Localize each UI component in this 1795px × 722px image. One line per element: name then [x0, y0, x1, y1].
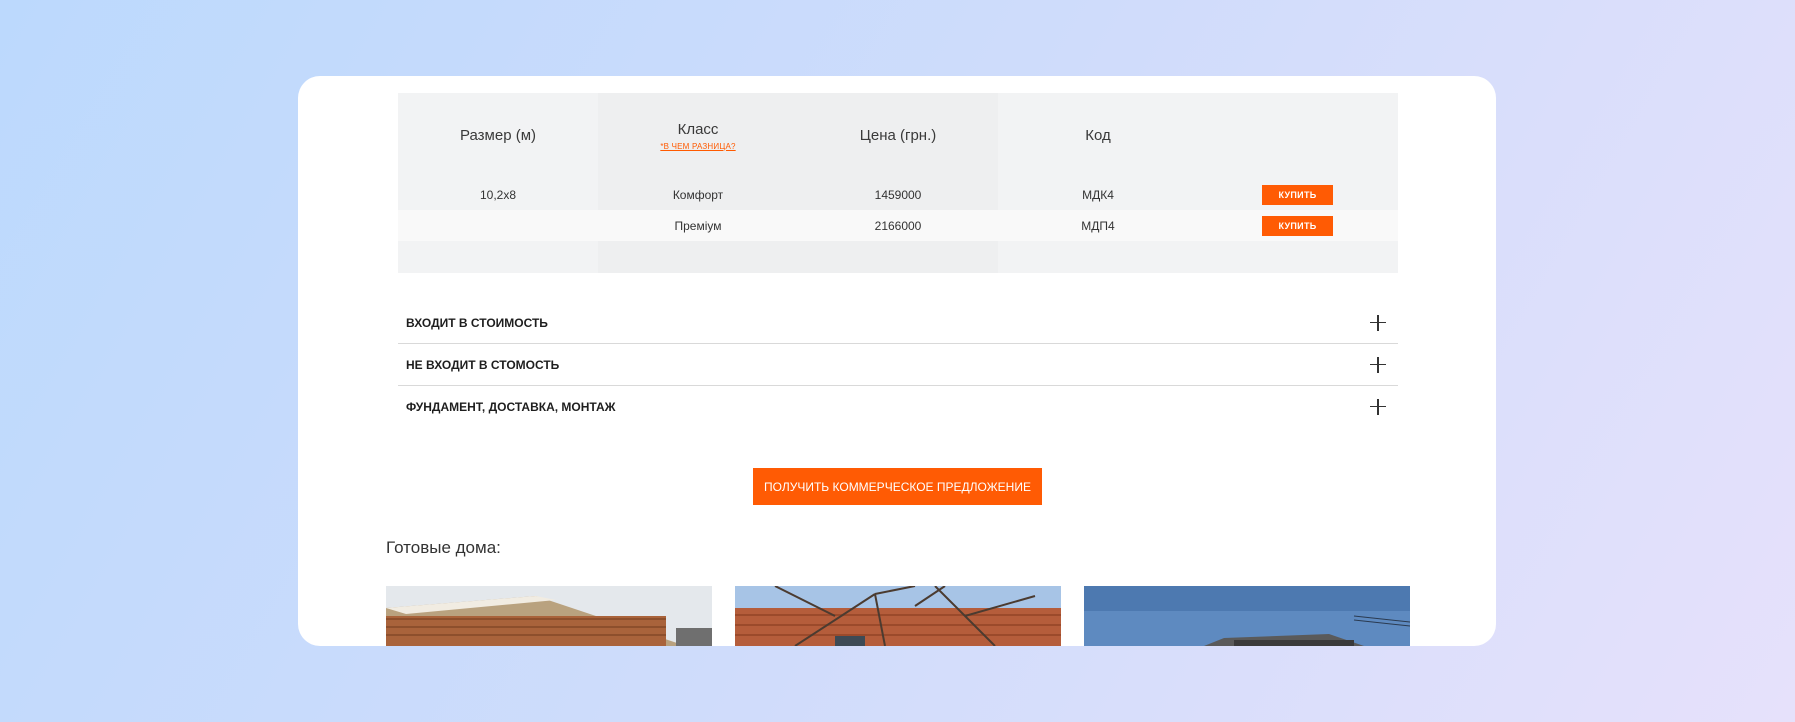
header-code-label: Код: [1085, 127, 1111, 144]
cell-class: Комфорт: [672, 187, 724, 202]
plus-icon[interactable]: [1370, 356, 1386, 373]
header-class-label: Класс: [677, 120, 719, 138]
buy-button[interactable]: КУПИТЬ: [1262, 185, 1333, 205]
accordion-not-included-label: НЕ ВХОДИТ В СТОМОСТЬ: [406, 357, 560, 372]
header-class: Класс *В ЧЕМ РАЗНИЦА?: [598, 93, 798, 178]
house-photo[interactable]: [735, 586, 1061, 646]
cell-price: 2166000: [874, 218, 922, 233]
house-photo[interactable]: [386, 586, 712, 646]
cell-price: 1459000: [874, 187, 922, 202]
cell-size: 10,2x8: [479, 187, 517, 202]
accordion-included[interactable]: ВХОДИТ В СТОИМОСТЬ: [398, 302, 1398, 344]
ready-houses-title: Готовые дома:: [386, 538, 501, 557]
cell-class: Преміум: [674, 218, 722, 233]
accordion-included-label: ВХОДИТ В СТОИМОСТЬ: [406, 315, 548, 330]
accordion-foundation[interactable]: ФУНДАМЕНТ, ДОСТАВКА, МОНТАЖ: [398, 386, 1398, 427]
header-code: Код: [998, 93, 1198, 178]
accordion-not-included[interactable]: НЕ ВХОДИТ В СТОМОСТЬ: [398, 344, 1398, 386]
cell-size: [398, 210, 598, 241]
plus-icon[interactable]: [1370, 314, 1386, 331]
header-size-label: Размер (м): [459, 127, 537, 144]
price-table: Размер (м) Класс *В ЧЕМ РАЗНИЦА? Цена (г…: [398, 93, 1398, 273]
buy-button[interactable]: КУПИТЬ: [1262, 216, 1333, 236]
table-row: 10,2x8 Комфорт 1459000 МДК4 КУПИТЬ: [398, 179, 1398, 210]
header-price-label: Цена (грн.): [859, 127, 937, 144]
accordion-foundation-label: ФУНДАМЕНТ, ДОСТАВКА, МОНТАЖ: [406, 399, 616, 414]
content-card: Размер (м) Класс *В ЧЕМ РАЗНИЦА? Цена (г…: [298, 76, 1496, 646]
page-background: Размер (м) Класс *В ЧЕМ РАЗНИЦА? Цена (г…: [0, 0, 1795, 722]
header-size: Размер (м): [398, 93, 598, 178]
class-difference-link[interactable]: *В ЧЕМ РАЗНИЦА?: [660, 142, 735, 151]
get-offer-button[interactable]: ПОЛУЧИТЬ КОММЕРЧЕСКОЕ ПРЕДЛОЖЕНИЕ: [753, 468, 1042, 505]
cell-code: МДП4: [1081, 218, 1115, 233]
cell-code: МДК4: [1082, 187, 1114, 202]
table-row: Преміум 2166000 МДП4 КУПИТЬ: [398, 210, 1398, 241]
header-price: Цена (грн.): [798, 93, 998, 178]
house-photo[interactable]: [1084, 586, 1410, 646]
plus-icon[interactable]: [1370, 398, 1386, 415]
